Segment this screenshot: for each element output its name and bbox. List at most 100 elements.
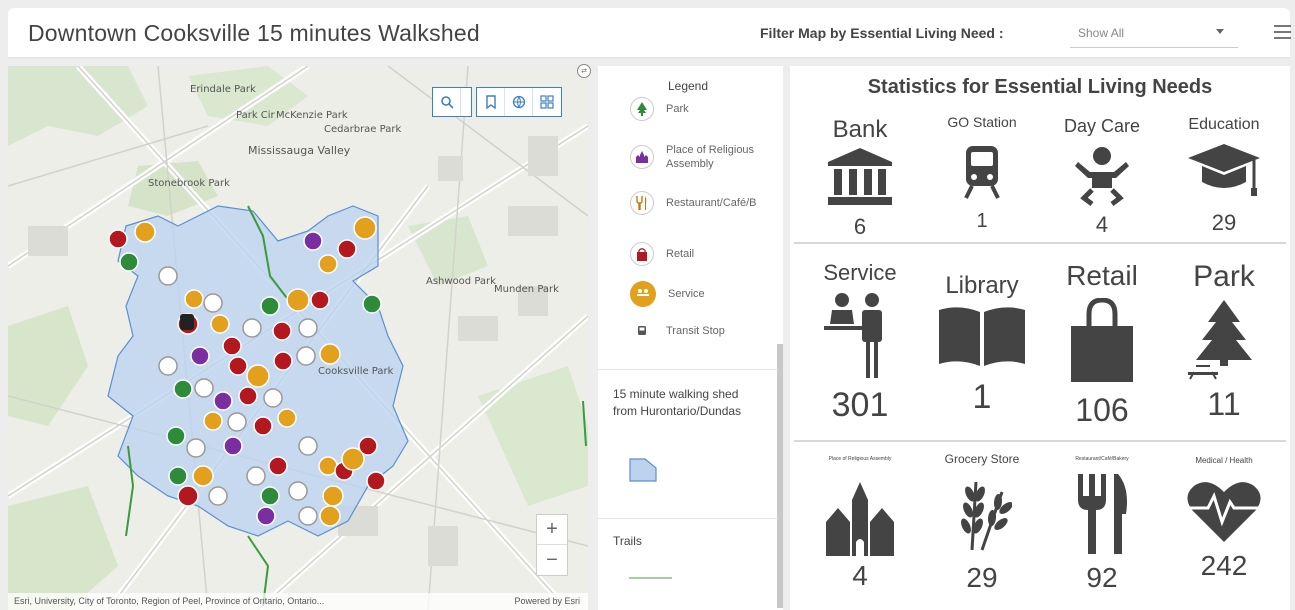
legend-item-service: Service [630,281,778,307]
filter-dropdown[interactable]: Show All [1070,18,1238,48]
stat-label: Library [945,272,1019,299]
bank-icon [828,148,892,205]
powered-by-link[interactable]: Powered by Esri [514,596,580,606]
legend-title: Legend [667,79,709,93]
stat-value: 1 [972,378,992,416]
legend-item-restaurant: Restaurant/Café/B [630,191,776,215]
stat-label: Medical / Health [1195,456,1253,465]
layer-list-icon[interactable] [533,88,561,116]
divider [794,242,1286,244]
trail-line-swatch [629,577,672,579]
walkshed-polygon-swatch [629,458,657,482]
stats-title: Statistics for Essential Living Needs [867,76,1213,98]
legend-scrollbar[interactable] [777,344,783,608]
church-icon [630,145,654,169]
stat-card-go-station: GO Station 1 [922,114,1042,234]
train-icon [964,146,1000,199]
map-label: Munden Park [494,284,559,295]
stat-label: Restaurant/Café/Bakery [1075,456,1129,462]
map-view[interactable]: Erindale Park Park Cir McKenzie Park Ced… [8,66,588,610]
shopping-bag-icon [1071,298,1133,382]
collapse-panel-button[interactable]: ⇄ [577,64,591,78]
heartbeat-icon [1186,482,1262,542]
church-icon [826,482,894,556]
app-window: Downtown Cooksville 15 minutes Walkshed … [0,0,1295,610]
zoom-in-button[interactable]: + [537,515,567,545]
map-label: Park Cir [236,110,275,121]
divider [598,518,778,519]
legend-item-label: Park [666,103,689,115]
stat-value: 6 [853,214,867,239]
fork-knife-icon [1078,474,1127,554]
stat-value: 11 [1207,386,1241,422]
stat-card-grocery: Grocery Store 29 [922,452,1042,593]
stat-label: Service [823,260,897,285]
baby-icon [1075,147,1129,206]
stat-card-restaurant: Restaurant/Café/Bakery 92 [1042,452,1162,593]
stat-label: GO Station [947,114,1017,130]
attribution-text: Esri, University, City of Toronto, Regio… [14,596,325,606]
stat-value: 4 [1095,212,1109,237]
search-icon[interactable] [433,88,461,116]
chevron-down-icon [1216,29,1224,34]
stat-label: Bank [832,116,888,143]
legend-item-religious: Place of Religious Assembly [630,143,776,171]
map-attribution: Esri, University, City of Toronto, Regio… [8,593,588,610]
zoom-control: + − [536,514,568,576]
stat-value: 1 [976,210,988,232]
stat-label: Park [1193,260,1255,293]
service-desk-icon [824,293,882,378]
stat-card-religious: Place of Religious Assembly 4 [800,452,920,591]
legend-item-label: Transit Stop [666,325,725,337]
stat-card-bank: Bank 6 [800,114,920,239]
stat-value: 4 [852,560,868,591]
map-label: Erindale Park [190,84,256,95]
stat-card-medical: Medical / Health 242 [1164,452,1284,581]
stat-card-day-care: Day Care 4 [1042,114,1162,237]
bookmark-icon[interactable] [477,88,505,116]
walkshed-legend-label: 15 minute walking shed from Hurontario/D… [613,387,742,418]
fork-knife-icon [630,191,654,215]
tree-icon [1188,300,1252,380]
book-icon [939,307,1025,366]
stat-card-retail: Retail 106 [1042,260,1162,428]
page-title: Downtown Cooksville 15 minutes Walkshed [28,20,480,46]
zoom-out-button[interactable]: − [537,545,567,575]
divider [598,369,778,370]
legend-item-label: Service [668,288,705,300]
legend-panel: Legend Park Place of Religious Assembly … [598,66,783,610]
stat-value: 242 [1200,550,1248,581]
map-label: Ashwood Park [426,276,496,287]
legend-item-label: Restaurant/Café/B [666,197,757,209]
statistics-panel: Statistics for Essential Living Needs Ba… [790,66,1290,610]
legend-item-label: Retail [666,248,695,260]
basemap-gallery-icon[interactable] [505,88,533,116]
stat-label: Retail [1066,260,1138,291]
stat-card-park: Park 11 [1164,260,1284,422]
map-toolbar [432,87,566,117]
stat-label: Day Care [1063,116,1141,136]
filter-label: Filter Map by Essential Living Need : [760,25,1004,41]
legend-item-park: Park [630,97,776,121]
header-bar: Downtown Cooksville 15 minutes Walkshed … [8,8,1291,58]
graduation-cap-icon [1188,144,1260,196]
stat-value: 29 [966,562,998,593]
stat-card-service: Service 301 [800,260,920,424]
stat-card-education: Education 29 [1164,114,1284,235]
trails-legend-label: Trails [613,534,642,548]
map-label: Mississauga Valley [248,144,351,157]
legend-item-retail: Retail [630,242,776,266]
stat-value: 29 [1211,210,1237,235]
stat-label: Grocery Store [944,452,1020,466]
map-label: Stonebrook Park [148,178,230,189]
menu-icon[interactable] [1274,25,1291,39]
map-label: McKenzie Park [276,110,348,121]
bus-icon [630,319,654,343]
stat-value: 301 [831,386,889,424]
stat-card-library: Library 1 [922,260,1042,416]
wheat-icon [961,481,1012,551]
map-label: Cedarbrae Park [324,124,402,135]
filter-dropdown-value: Show All [1078,26,1125,40]
map-label: Cooksville Park [318,366,394,377]
divider [794,440,1286,442]
